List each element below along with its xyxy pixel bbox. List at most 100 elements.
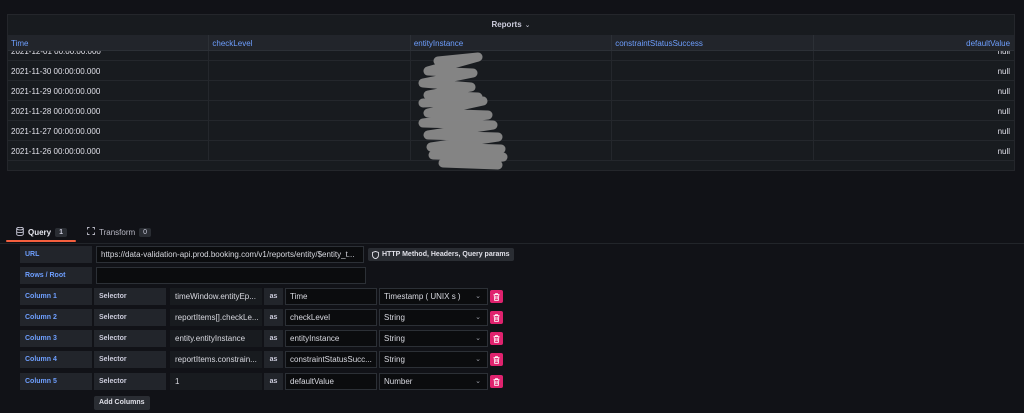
tab-transform-count: 0 xyxy=(139,227,152,237)
column-1-selector-label: Selector xyxy=(94,288,166,305)
column-1-alias-input[interactable]: Time xyxy=(285,288,377,305)
active-tab-indicator xyxy=(6,240,76,242)
trash-icon xyxy=(493,292,500,301)
cell-constraintstatus xyxy=(612,141,814,160)
cell-time: 2021-11-26 00:00:00.000 xyxy=(8,141,210,160)
cell-checklevel xyxy=(209,81,411,100)
cell-time: 2021-11-27 00:00:00.000 xyxy=(8,121,210,140)
column-3-label: Column 3 xyxy=(20,330,92,347)
rows-root-label: Rows / Root xyxy=(20,267,92,284)
cell-checklevel xyxy=(209,101,411,120)
tabs-divider xyxy=(0,243,1024,244)
column-4-selector-input[interactable]: reportItems.constrain... xyxy=(170,351,262,368)
tab-query-count: 1 xyxy=(55,228,68,237)
add-columns-button[interactable]: Add Columns xyxy=(94,396,150,410)
http-settings-label: HTTP Method, Headers, Query params xyxy=(382,251,510,258)
rows-root-input[interactable] xyxy=(96,267,366,284)
column-1-label: Column 1 xyxy=(20,288,92,305)
trash-icon xyxy=(493,377,500,386)
chevron-down-icon: ⌄ xyxy=(475,293,481,300)
column-header-constraintstatussuccess[interactable]: constraintStatusSuccess xyxy=(612,35,814,50)
tab-transform[interactable]: Transform 0 xyxy=(87,227,152,237)
column-3-type-value: String xyxy=(384,334,405,343)
chevron-down-icon: ⌄ xyxy=(524,22,531,29)
chevron-down-icon: ⌄ xyxy=(475,314,481,321)
column-5-delete-button[interactable] xyxy=(490,375,503,388)
http-settings-button[interactable]: HTTP Method, Headers, Query params xyxy=(368,248,515,261)
column-4-alias-input[interactable]: constraintStatusSucc... xyxy=(285,351,377,368)
chevron-down-icon: ⌄ xyxy=(475,378,481,385)
table-header: Time checkLevel entityInstance constrain… xyxy=(8,35,1014,51)
column-2-as-label: as xyxy=(264,309,283,326)
editor-tabs: Query 1 Transform 0 xyxy=(0,225,1024,243)
column-2-label: Column 2 xyxy=(20,309,92,326)
cell-defaultvalue: null xyxy=(997,67,1011,76)
trash-icon xyxy=(493,313,500,322)
chevron-down-icon: ⌄ xyxy=(475,356,481,363)
cell-constraintstatus xyxy=(612,101,814,120)
column-4-selector-label: Selector xyxy=(94,351,166,368)
cell-constraintstatus xyxy=(612,81,814,100)
cell-time: 2021-12-01 00:00:00.000 xyxy=(8,51,210,60)
cell-constraintstatus xyxy=(612,51,814,60)
column-3-as-label: as xyxy=(264,330,283,347)
column-header-entityinstance[interactable]: entityInstance xyxy=(411,35,613,50)
cell-defaultvalue: null xyxy=(997,51,1011,56)
column-4-type-value: String xyxy=(384,355,405,364)
column-header-time[interactable]: Time xyxy=(8,35,210,50)
cell-checklevel xyxy=(209,121,411,140)
column-5-type-value: Number xyxy=(384,377,413,386)
cell-defaultvalue: null xyxy=(997,87,1011,96)
column-5-label: Column 5 xyxy=(20,373,92,390)
reports-panel: Reports ⌄ Time checkLevel entityInstance … xyxy=(7,14,1015,171)
column-1-delete-button[interactable] xyxy=(490,290,503,303)
column-1-type-select[interactable]: Timestamp ( UNIX s ) ⌄ xyxy=(379,288,488,305)
cell-constraintstatus xyxy=(612,61,814,80)
column-3-alias-input[interactable]: entityInstance xyxy=(285,330,377,347)
cell-defaultvalue: null xyxy=(997,127,1011,136)
url-input[interactable]: https://data-validation-api.prod.booking… xyxy=(96,246,364,263)
column-4-type-select[interactable]: String ⌄ xyxy=(379,351,488,368)
cell-time: 2021-11-29 00:00:00.000 xyxy=(8,81,210,100)
column-header-checklevel[interactable]: checkLevel xyxy=(209,35,411,50)
column-2-alias-input[interactable]: checkLevel xyxy=(285,309,377,326)
cell-time: 2021-11-28 00:00:00.000 xyxy=(8,101,210,120)
tab-query[interactable]: Query 1 xyxy=(16,226,68,238)
column-5-selector-input[interactable]: 1 xyxy=(170,373,262,390)
column-1-type-value: Timestamp ( UNIX s ) xyxy=(384,292,461,301)
column-2-selector-input[interactable]: reportItems[].checkLe... xyxy=(170,309,262,326)
column-2-delete-button[interactable] xyxy=(490,311,503,324)
column-5-type-select[interactable]: Number ⌄ xyxy=(379,373,488,390)
column-3-delete-button[interactable] xyxy=(490,332,503,345)
tab-query-label: Query xyxy=(28,228,52,237)
panel-title-text: Reports xyxy=(491,20,522,29)
column-header-defaultvalue[interactable]: defaultValue xyxy=(814,35,1014,50)
column-3-type-select[interactable]: String ⌄ xyxy=(379,330,488,347)
column-4-as-label: as xyxy=(264,351,283,368)
panel-title[interactable]: Reports ⌄ xyxy=(8,20,1014,29)
database-icon xyxy=(16,226,24,238)
column-4-delete-button[interactable] xyxy=(490,353,503,366)
column-2-type-select[interactable]: String ⌄ xyxy=(379,309,488,326)
cell-defaultvalue: null xyxy=(997,107,1011,116)
column-5-alias-input[interactable]: defaultValue xyxy=(285,373,377,390)
trash-icon xyxy=(493,355,500,364)
column-3-selector-label: Selector xyxy=(94,330,166,347)
transform-icon xyxy=(87,227,95,237)
cell-constraintstatus xyxy=(612,121,814,140)
column-1-selector-input[interactable]: timeWindow.entityEp... xyxy=(170,288,262,305)
cell-checklevel xyxy=(209,141,411,160)
cell-checklevel xyxy=(209,61,411,80)
cell-checklevel xyxy=(209,51,411,60)
chevron-down-icon: ⌄ xyxy=(475,335,481,342)
redaction-scribble xyxy=(418,52,508,170)
cell-defaultvalue: null xyxy=(997,147,1011,156)
url-label: URL xyxy=(20,246,92,263)
column-5-as-label: as xyxy=(264,373,283,390)
shield-icon xyxy=(372,250,379,261)
tab-transform-label: Transform xyxy=(99,227,136,237)
column-2-type-value: String xyxy=(384,313,405,322)
column-3-selector-input[interactable]: entity.entityInstance xyxy=(170,330,262,347)
cell-time: 2021-11-30 00:00:00.000 xyxy=(8,61,210,80)
column-5-selector-label: Selector xyxy=(94,373,166,390)
